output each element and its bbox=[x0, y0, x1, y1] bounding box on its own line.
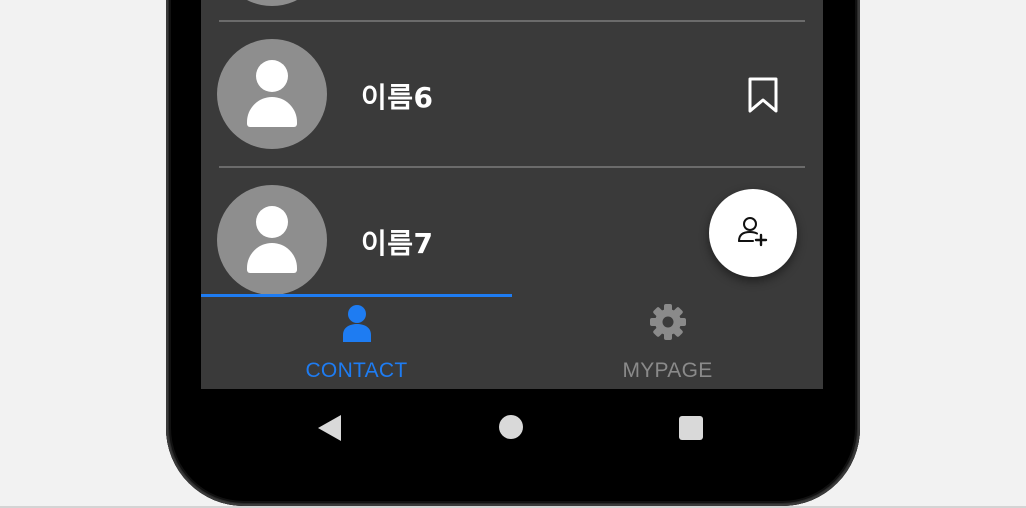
tab-label: MYPAGE bbox=[622, 359, 713, 382]
contact-name: 이름7 bbox=[361, 227, 434, 260]
person-icon bbox=[338, 302, 376, 342]
system-navigation-bar bbox=[201, 389, 823, 467]
add-person-icon bbox=[738, 217, 768, 247]
avatar-head bbox=[256, 60, 288, 92]
avatar-body bbox=[247, 97, 297, 127]
contact-name: 이름6 bbox=[361, 81, 434, 114]
avatar-partial bbox=[217, 0, 327, 6]
avatar bbox=[217, 39, 327, 149]
home-icon[interactable] bbox=[499, 415, 523, 439]
recents-icon[interactable] bbox=[679, 416, 703, 440]
tab-label: CONTACT bbox=[305, 359, 408, 382]
avatar-body bbox=[247, 243, 297, 273]
avatar-head bbox=[256, 206, 288, 238]
bookmark-icon[interactable] bbox=[746, 76, 780, 114]
tab-contact[interactable]: CONTACT bbox=[201, 297, 512, 389]
bottom-navigation: CONTACT MYPAGE bbox=[201, 294, 823, 389]
avatar bbox=[217, 185, 327, 295]
add-contact-button[interactable] bbox=[709, 189, 797, 277]
tab-mypage[interactable]: MYPAGE bbox=[512, 297, 823, 389]
contact-row[interactable]: 이름6 bbox=[201, 22, 823, 168]
back-icon[interactable] bbox=[318, 415, 341, 441]
gear-icon bbox=[649, 302, 687, 342]
